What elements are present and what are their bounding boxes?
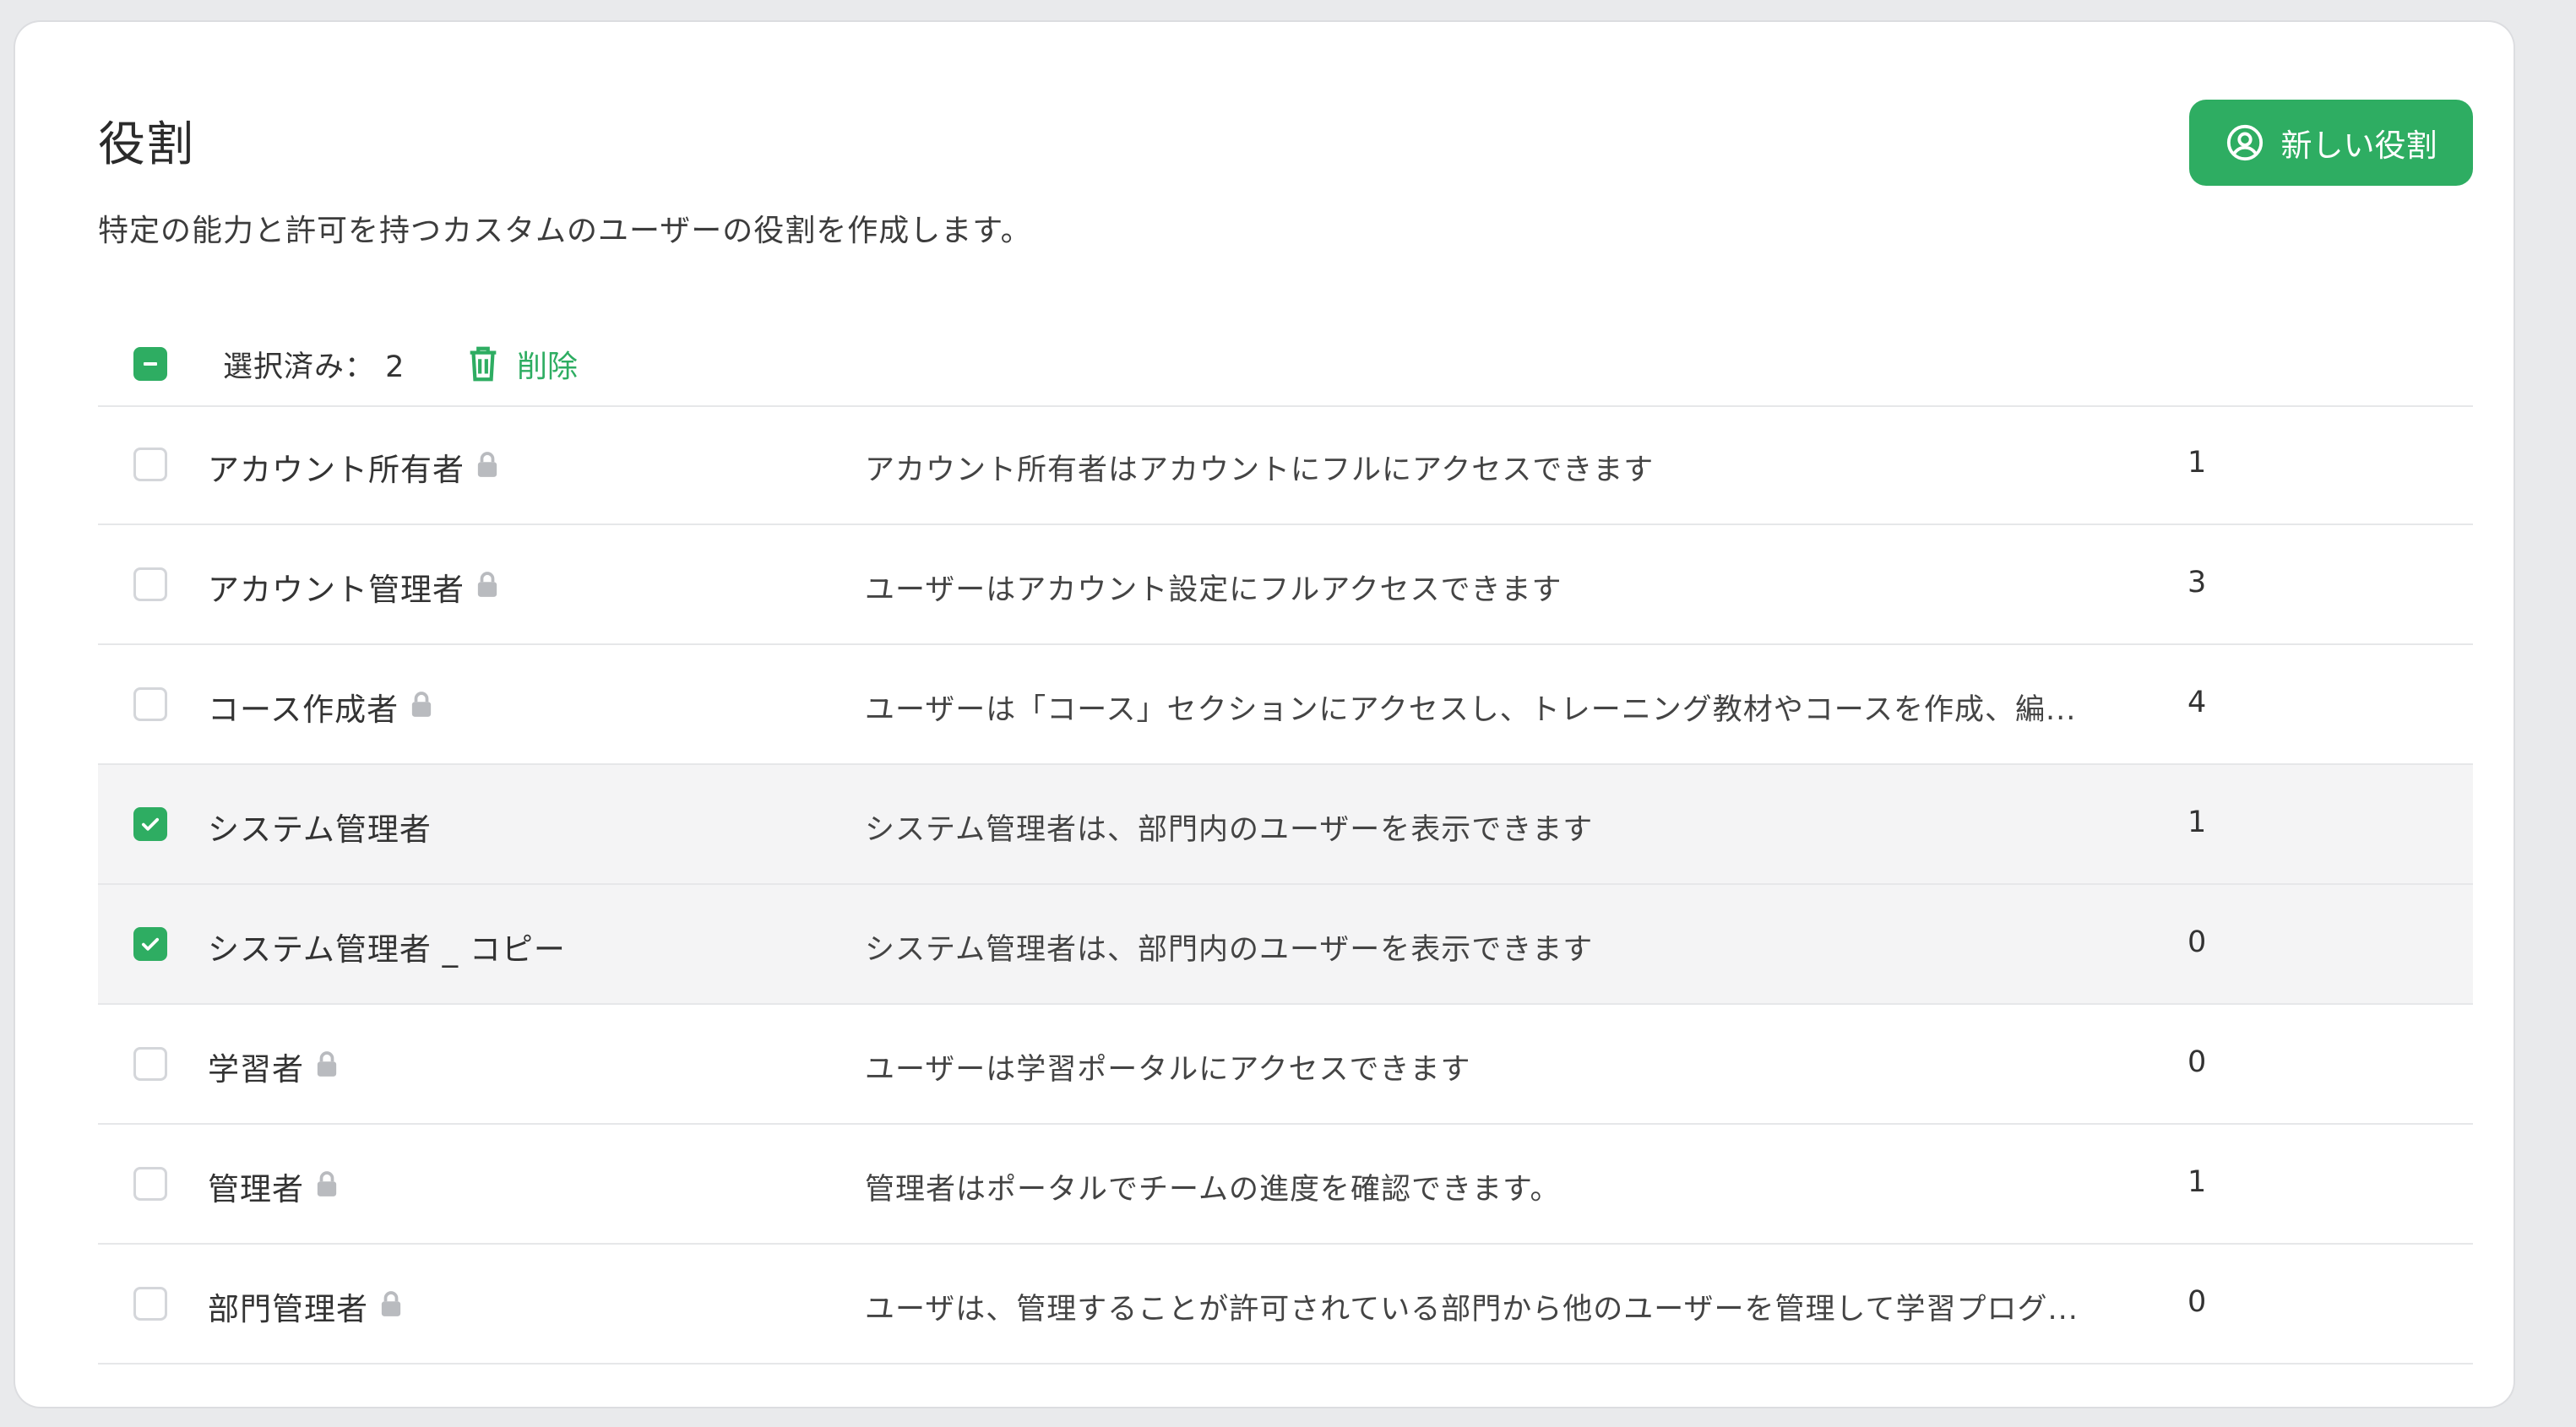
role-description: アカウント所有者はアカウントにフルにアクセスできます xyxy=(865,453,1655,487)
role-name-cell: 管理者 xyxy=(208,1164,338,1209)
table-row[interactable]: 学習者 ユーザーは学習ポータルにアクセスできます 0 xyxy=(98,1005,2473,1125)
table-row[interactable]: アカウント所有者 アカウント所有者はアカウントにフルにアクセスできます 1 xyxy=(98,405,2473,525)
select-all-checkbox[interactable] xyxy=(133,347,167,381)
row-checkbox[interactable] xyxy=(133,927,167,961)
role-description: ユーザーはアカウント設定にフルアクセスできます xyxy=(865,573,1562,607)
row-checkbox[interactable] xyxy=(133,1287,167,1321)
role-user-count: 1 xyxy=(2187,806,2207,839)
table-row[interactable]: 部門管理者 ユーザは、管理することが許可されている部門から他のユーザーを管理して学… xyxy=(98,1245,2473,1365)
role-user-count: 3 xyxy=(2187,566,2207,600)
role-name: 管理者 xyxy=(208,1171,304,1207)
minus-icon xyxy=(144,362,157,366)
role-name-cell: アカウント所有者 xyxy=(208,444,498,490)
selected-label: 選択済み： xyxy=(223,350,376,384)
check-icon xyxy=(141,817,160,831)
role-user-count: 4 xyxy=(2187,686,2207,719)
new-role-label: 新しい役割 xyxy=(2280,128,2437,164)
row-checkbox[interactable] xyxy=(133,807,167,841)
row-checkbox[interactable] xyxy=(133,1167,167,1201)
role-name: システム管理者 xyxy=(208,811,432,848)
delete-label: 削除 xyxy=(517,350,579,384)
delete-button[interactable]: 削除 xyxy=(466,342,578,386)
lock-icon xyxy=(316,1049,338,1085)
lock-icon xyxy=(476,569,498,605)
row-checkbox[interactable] xyxy=(133,1047,167,1081)
table-row[interactable]: コース作成者 ユーザーは「コース」セクションにアクセスし、トレーニング教材やコース… xyxy=(98,645,2473,765)
role-user-count: 0 xyxy=(2187,1045,2207,1079)
selected-count: 2 xyxy=(385,350,405,384)
role-user-count: 0 xyxy=(2187,925,2207,959)
role-name: 部門管理者 xyxy=(208,1291,368,1327)
trash-icon xyxy=(470,346,497,382)
role-description: システム管理者は、部門内のユーザーを表示できます xyxy=(865,813,1594,847)
row-checkbox[interactable] xyxy=(133,448,167,481)
role-user-count: 0 xyxy=(2187,1285,2207,1319)
selected-count-text: 選択済み： 2 xyxy=(223,343,405,386)
role-name: システム管理者 _ コピー xyxy=(208,931,566,968)
lock-icon xyxy=(410,689,432,725)
role-name: コース作成者 xyxy=(208,692,399,728)
role-description: 管理者はポータルでチームの進度を確認できます。 xyxy=(865,1173,1561,1207)
role-description: ユーザは、管理することが許可されている部門から他のユーザーを管理して学習プログ.… xyxy=(865,1293,2079,1327)
role-description: システム管理者は、部門内のユーザーを表示できます xyxy=(865,933,1594,967)
role-name-cell: 部門管理者 xyxy=(208,1283,402,1329)
role-name-cell: システム管理者 _ コピー xyxy=(208,924,566,969)
table-row[interactable]: システム管理者 _ コピー システム管理者は、部門内のユーザーを表示できます 0 xyxy=(98,885,2473,1005)
role-name: アカウント管理者 xyxy=(208,572,465,608)
role-description: ユーザーは「コース」セクションにアクセスし、トレーニング教材やコースを作成、編.… xyxy=(865,693,2077,727)
role-name: アカウント所有者 xyxy=(208,452,465,488)
row-checkbox[interactable] xyxy=(133,567,167,601)
role-name-cell: アカウント管理者 xyxy=(208,564,498,610)
bulk-action-bar: 選択済み： 2 削除 xyxy=(98,323,2473,407)
user-circle-icon xyxy=(2225,123,2264,162)
role-description: ユーザーは学習ポータルにアクセスできます xyxy=(865,1053,1471,1087)
page-title: 役割 xyxy=(98,117,194,172)
role-user-count: 1 xyxy=(2187,446,2207,480)
role-name-cell: システム管理者 xyxy=(208,804,432,849)
lock-icon xyxy=(316,1169,338,1205)
role-name: 学習者 xyxy=(208,1051,304,1088)
role-name-cell: 学習者 xyxy=(208,1044,338,1089)
lock-icon xyxy=(476,449,498,486)
check-icon xyxy=(141,937,160,951)
new-role-button[interactable]: 新しい役割 xyxy=(2189,100,2473,186)
row-checkbox[interactable] xyxy=(133,687,167,721)
table-row[interactable]: アカウント管理者 ユーザーはアカウント設定にフルアクセスできます 3 xyxy=(98,525,2473,645)
roles-table: アカウント所有者 アカウント所有者はアカウントにフルにアクセスできます 1 アカウント… xyxy=(98,405,2473,1365)
role-user-count: 1 xyxy=(2187,1165,2207,1199)
roles-card: 役割 特定の能力と許可を持つカスタムのユーザーの役割を作成します。 新しい役割 … xyxy=(15,22,2514,1407)
table-row[interactable]: 管理者 管理者はポータルでチームの進度を確認できます。 1 xyxy=(98,1125,2473,1245)
page-description: 特定の能力と許可を持つカスタムのユーザーの役割を作成します。 xyxy=(98,214,1032,248)
table-row[interactable]: システム管理者 システム管理者は、部門内のユーザーを表示できます 1 xyxy=(98,765,2473,885)
role-name-cell: コース作成者 xyxy=(208,684,432,730)
lock-icon xyxy=(380,1289,402,1325)
